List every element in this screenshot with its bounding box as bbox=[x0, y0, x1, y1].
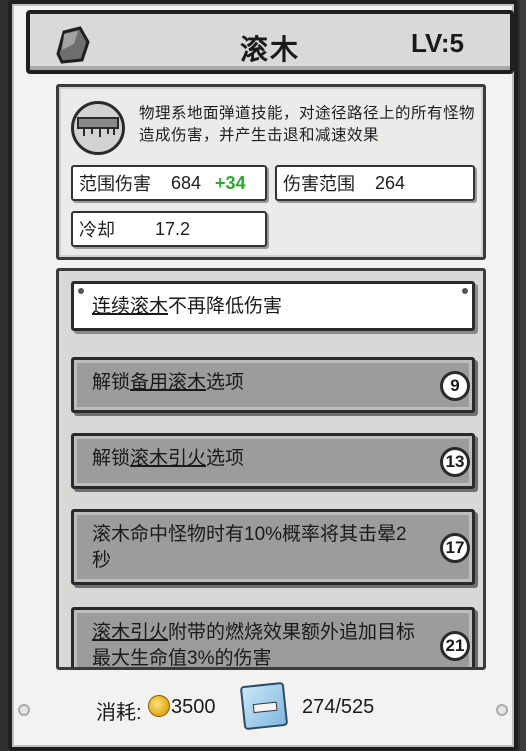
upgrade-item[interactable]: 滚木命中怪物时有10%概率将其击晕2秒 17 bbox=[71, 509, 475, 585]
rivet bbox=[78, 288, 84, 294]
upgrade-list: 连续滚木不再降低伤害 解锁备用滚木选项 9 解锁滚木引火选项 13 滚木命中怪物… bbox=[56, 268, 486, 670]
keyword-link[interactable]: 滚木引火 bbox=[130, 448, 206, 469]
rivet bbox=[496, 704, 508, 716]
keyword-link[interactable]: 备用滚木 bbox=[130, 372, 206, 393]
skill-level: LV:5 bbox=[411, 28, 464, 58]
stat-value: 264 bbox=[375, 172, 406, 193]
skill-panel: 滚木 LV:5 物理系地面弹道技能，对途径路径上的所有怪物造成伤害，并产生击退和… bbox=[8, 0, 518, 751]
footer: 消耗: 3500 274/525 bbox=[56, 680, 486, 732]
keyword-link[interactable]: 连续滚木 bbox=[92, 296, 168, 317]
range-damage-stat: 范围伤害 684 +34 bbox=[71, 165, 267, 201]
cost-label: 消耗: bbox=[96, 702, 142, 724]
upgrade-item[interactable]: 连续滚木不再降低伤害 bbox=[71, 281, 475, 331]
rivet bbox=[462, 288, 468, 294]
skill-description: 物理系地面弹道技能，对途径路径上的所有怪物造成伤害，并产生击退和减速效果 bbox=[139, 105, 476, 144]
coin-icon bbox=[148, 695, 170, 717]
rivet bbox=[18, 704, 30, 716]
unlock-level-badge: 13 bbox=[440, 447, 470, 477]
upgrade-item[interactable]: 解锁滚木引火选项 13 bbox=[71, 433, 475, 489]
unlock-level-badge: 21 bbox=[440, 631, 470, 661]
stat-bonus: +34 bbox=[215, 172, 246, 193]
stat-label: 冷却 bbox=[79, 220, 115, 240]
stat-value: 17.2 bbox=[155, 218, 191, 239]
skill-info: 物理系地面弹道技能，对途径路径上的所有怪物造成伤害，并产生击退和减速效果 范围伤… bbox=[56, 84, 486, 260]
fragment-count: 274/525 bbox=[302, 696, 375, 718]
upgrade-item[interactable]: 解锁备用滚木选项 9 bbox=[71, 357, 475, 413]
header: 滚木 LV:5 bbox=[26, 10, 514, 74]
skill-scroll-icon bbox=[239, 681, 289, 731]
unlock-level-badge: 17 bbox=[440, 533, 470, 563]
keyword-link[interactable]: 滚木引火 bbox=[92, 622, 168, 643]
stat-label: 伤害范围 bbox=[283, 174, 355, 194]
damage-range-stat: 伤害范围 264 bbox=[275, 165, 475, 201]
unlock-level-badge: 9 bbox=[440, 371, 470, 401]
cost-value: 3500 bbox=[171, 696, 216, 718]
stat-label: 范围伤害 bbox=[79, 174, 151, 194]
cooldown-stat: 冷却 17.2 bbox=[71, 211, 267, 247]
stat-value: 684 bbox=[171, 172, 202, 193]
rolling-log-icon bbox=[71, 101, 125, 155]
upgrade-item[interactable]: 滚木引火附带的燃烧效果额外追加目标最大生命值3%的伤害 21 bbox=[71, 607, 475, 667]
